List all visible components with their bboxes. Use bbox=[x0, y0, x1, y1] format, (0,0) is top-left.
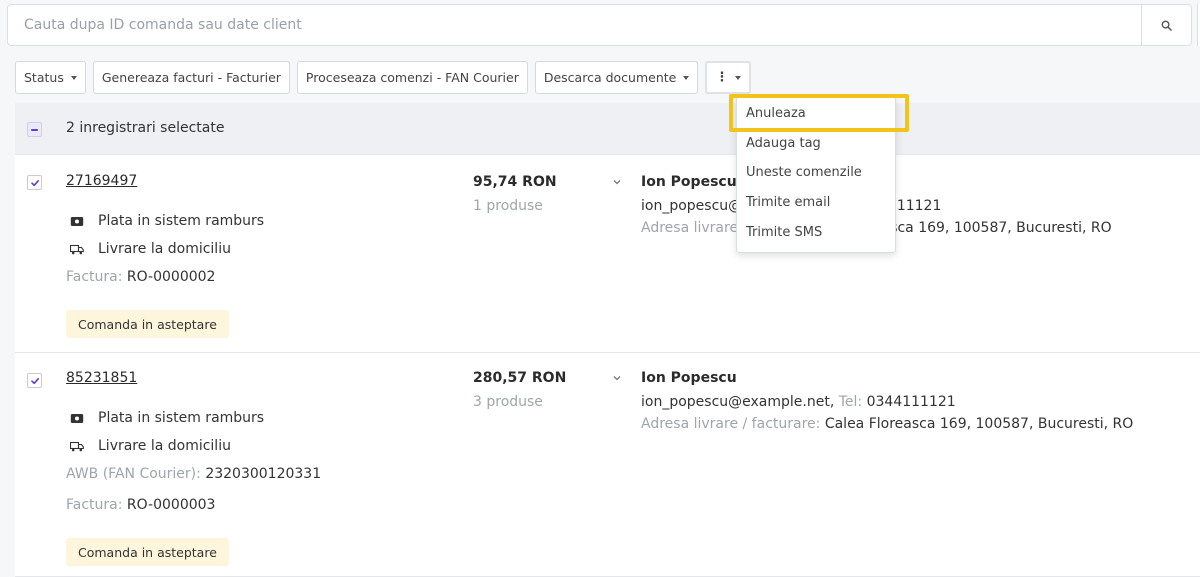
customer-contact: ion_popescu@example.net, Tel: 0344111121 bbox=[641, 394, 956, 410]
customer-phone: 0344111121 bbox=[866, 394, 956, 410]
customer-name: Ion Popescu bbox=[641, 174, 737, 190]
process-orders-button[interactable]: Proceseaza comenzi - FAN Courier bbox=[296, 61, 528, 94]
selection-header: 2 inregistrari selectate bbox=[15, 103, 1200, 155]
customer-contact: ion_popescu@ 4111121 bbox=[641, 198, 941, 214]
shipping-method: Livrare la domiciliu bbox=[66, 435, 231, 457]
download-documents-label: Descarca documente bbox=[543, 70, 677, 85]
menu-item-add-tag[interactable]: Adauga tag bbox=[746, 136, 821, 151]
address-label: Adresa livrare / facturare: bbox=[641, 416, 821, 432]
menu-item-send-sms[interactable]: Trimite SMS bbox=[746, 225, 822, 240]
invoice-number: RO-0000003 bbox=[126, 497, 216, 513]
customer-email: ion_popescu@example.net, bbox=[641, 394, 835, 410]
status-dropdown-button[interactable]: Status bbox=[15, 61, 86, 94]
highlight-box bbox=[729, 94, 909, 132]
invoice-line: Factura: RO-0000003 bbox=[66, 497, 215, 513]
truck-icon bbox=[66, 238, 88, 260]
orders-page: Status Genereaza facturi - Facturier Pro… bbox=[0, 0, 1200, 577]
shipping-method: Livrare la domiciliu bbox=[66, 238, 231, 260]
status-dropdown-label: Status bbox=[24, 70, 64, 85]
invoice-label: Factura: bbox=[66, 497, 123, 513]
status-badge: Comanda in asteptare bbox=[66, 310, 229, 338]
invoice-line: Factura: RO-0000002 bbox=[66, 269, 215, 285]
cash-icon bbox=[66, 407, 88, 429]
generate-invoices-button[interactable]: Genereaza facturi - Facturier bbox=[92, 61, 290, 94]
vertical-dots-icon: ⋮ bbox=[715, 70, 729, 85]
customer-address: Adresa livrare / facturare: Calea Florea… bbox=[641, 416, 1133, 432]
phone-label: Tel: bbox=[838, 394, 863, 410]
menu-item-merge-orders[interactable]: Uneste comenzile bbox=[746, 165, 862, 180]
payment-method-text: Plata in sistem ramburs bbox=[98, 213, 265, 229]
customer-email: ion_popescu@ bbox=[641, 198, 743, 214]
truck-icon bbox=[66, 435, 88, 457]
awb-line: AWB (FAN Courier): 2320300120331 bbox=[66, 466, 321, 482]
cash-icon bbox=[66, 210, 88, 232]
order-total: 95,74 RON bbox=[473, 174, 557, 190]
product-count: 3 produse bbox=[473, 394, 543, 410]
shipping-method-text: Livrare la domiciliu bbox=[98, 438, 231, 454]
menu-item-send-email[interactable]: Trimite email bbox=[746, 195, 830, 210]
invoice-label: Factura: bbox=[66, 269, 123, 285]
product-count: 1 produse bbox=[473, 198, 543, 214]
search-input[interactable] bbox=[8, 5, 1142, 45]
address-value: Calea Floreasca 169, 100587, Bucuresti, … bbox=[824, 416, 1134, 432]
bulk-actions-toolbar: Status Genereaza facturi - Facturier Pro… bbox=[15, 61, 752, 94]
caret-down-icon bbox=[735, 75, 742, 80]
download-documents-button[interactable]: Descarca documente bbox=[534, 61, 699, 94]
payment-method: Plata in sistem ramburs bbox=[66, 407, 264, 429]
awb-number: 2320300120331 bbox=[205, 466, 322, 482]
customer-address: Adresa livrare easca 169, 100587, Bucure… bbox=[641, 220, 1112, 236]
awb-label: AWB (FAN Courier): bbox=[66, 466, 201, 482]
shipping-method-text: Livrare la domiciliu bbox=[98, 241, 231, 257]
invoice-number: RO-0000002 bbox=[126, 269, 216, 285]
address-label: Adresa livrare bbox=[641, 220, 739, 236]
status-badge: Comanda in asteptare bbox=[66, 538, 229, 566]
order-checkbox[interactable] bbox=[27, 373, 42, 388]
caret-down-icon bbox=[70, 75, 77, 80]
order-row: 85231851 Plata in sistem ramburs Livrare… bbox=[15, 353, 1200, 577]
order-id-link[interactable]: 85231851 bbox=[66, 370, 137, 386]
address-value: easca 169, 100587, Bucuresti, RO bbox=[873, 220, 1112, 236]
payment-method: Plata in sistem ramburs bbox=[66, 210, 264, 232]
chevron-down-icon[interactable] bbox=[612, 177, 622, 187]
order-checkbox[interactable] bbox=[27, 175, 42, 190]
customer-name: Ion Popescu bbox=[641, 370, 737, 386]
generate-invoices-label: Genereaza facturi - Facturier bbox=[101, 70, 281, 85]
search-button[interactable] bbox=[1141, 5, 1191, 45]
select-all-checkbox[interactable] bbox=[27, 122, 42, 137]
payment-method-text: Plata in sistem ramburs bbox=[98, 410, 265, 426]
checkbox-checked-icon bbox=[30, 377, 39, 384]
search-bar bbox=[7, 4, 1192, 46]
selected-count-text: 2 inregistrari selectate bbox=[66, 120, 225, 136]
chevron-down-icon[interactable] bbox=[612, 373, 622, 383]
order-row: 27169497 Plata in sistem ramburs Livrare… bbox=[15, 155, 1200, 353]
order-id-link[interactable]: 27169497 bbox=[66, 173, 137, 189]
order-total: 280,57 RON bbox=[473, 370, 567, 386]
more-actions-button[interactable]: ⋮ bbox=[705, 61, 752, 94]
process-orders-label: Proceseaza comenzi - FAN Courier bbox=[305, 70, 519, 85]
search-icon bbox=[1161, 20, 1172, 31]
caret-down-icon bbox=[683, 75, 690, 80]
checkbox-checked-icon bbox=[30, 179, 39, 186]
